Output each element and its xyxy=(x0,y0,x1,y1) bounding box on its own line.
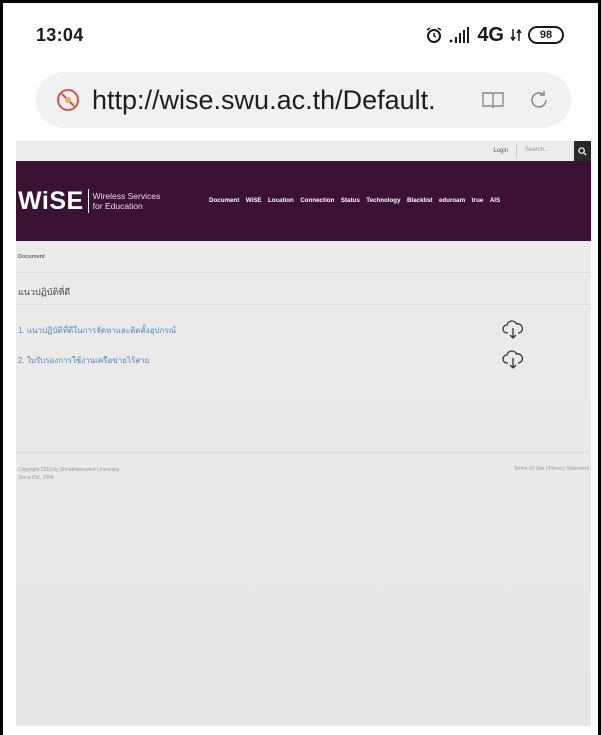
signal-icon xyxy=(449,27,471,43)
web-content: Login Search... WiSE Wireless Services f… xyxy=(16,141,591,726)
search-input[interactable]: Search... xyxy=(516,144,574,158)
nav-item-document[interactable]: Document xyxy=(209,197,239,204)
nav-item-ais[interactable]: AIS xyxy=(490,197,500,204)
address-bar[interactable]: http://wise.swu.ac.th/Default. xyxy=(36,72,571,128)
utility-bar: Login Search... xyxy=(16,141,591,161)
data-transfer-icon xyxy=(510,27,522,43)
document-list: 1. แนวปฏิบัติที่ดีในการจัดหาและติดตั้งอุ… xyxy=(16,305,591,375)
phone-frame: 13:04 4G 98 http://wise.swu.ac.th/Defaul… xyxy=(0,0,601,735)
logo-divider xyxy=(87,189,89,213)
since-text: Since Oct, 2004 xyxy=(18,475,54,481)
footer-copyright: Copyright 2019 by Srinakharinwirot Unive… xyxy=(18,466,119,482)
site-header: WiSE Wireless Services for Education Doc… xyxy=(16,161,591,241)
logo-tagline: Wireless Services for Education xyxy=(93,191,161,211)
logo-tagline-line-1: Wireless Services xyxy=(92,191,161,201)
search-icon xyxy=(578,146,587,156)
cloud-download-icon[interactable] xyxy=(502,320,524,340)
logo-name: WiSE xyxy=(18,186,84,215)
main-nav: Document WiSE Location Connection Status… xyxy=(209,197,507,204)
site-logo[interactable]: WiSE Wireless Services for Education xyxy=(16,187,160,216)
nav-item-blacklist[interactable]: Blacklist xyxy=(407,197,432,204)
status-time: 13:04 xyxy=(36,24,84,45)
cloud-download-icon[interactable] xyxy=(502,350,524,370)
document-link[interactable]: 2. ใบรับรองการใช้งานเครือข่ายไร้สาย xyxy=(16,354,149,367)
breadcrumb[interactable]: Document xyxy=(16,241,591,273)
nav-item-true[interactable]: true xyxy=(472,197,484,204)
copyright-text: Copyright 2019 by Srinakharinwirot Unive… xyxy=(18,467,120,473)
status-bar: 13:04 4G 98 xyxy=(3,3,598,67)
alarm-icon xyxy=(425,26,443,44)
battery-icon: 98 xyxy=(528,26,564,44)
document-link[interactable]: 1. แนวปฏิบัติที่ดีในการจัดหาและติดตั้งอุ… xyxy=(16,324,176,337)
nav-item-technology[interactable]: Technology xyxy=(366,197,400,204)
reader-mode-icon[interactable] xyxy=(475,82,511,118)
site-info-icon[interactable] xyxy=(54,86,82,114)
login-link[interactable]: Login xyxy=(493,148,508,154)
network-type-label: 4G xyxy=(477,23,504,46)
status-icons: 4G 98 xyxy=(425,24,564,47)
nav-item-connection[interactable]: Connection xyxy=(300,197,334,204)
search-button[interactable] xyxy=(574,141,591,161)
nav-item-location[interactable]: Location xyxy=(268,197,294,204)
list-item: 1. แนวปฏิบัติที่ดีในการจัดหาและติดตั้งอุ… xyxy=(16,315,591,345)
list-item: 2. ใบรับรองการใช้งานเครือข่ายไร้สาย xyxy=(16,345,591,375)
nav-item-wise[interactable]: WiSE xyxy=(246,197,262,204)
reload-icon[interactable] xyxy=(521,82,557,118)
section-title: แนวปฏิบัติที่ดี xyxy=(16,273,591,305)
nav-item-status[interactable]: Status xyxy=(341,197,360,204)
site-footer: Copyright 2019 by Srinakharinwirot Unive… xyxy=(16,452,591,492)
nav-item-eduroam[interactable]: eduroam xyxy=(439,197,465,204)
logo-tagline-line-2: for Education xyxy=(92,201,143,211)
url-text[interactable]: http://wise.swu.ac.th/Default. xyxy=(92,85,465,116)
footer-links[interactable]: Terms Of Use | Privacy Statement xyxy=(514,466,589,472)
